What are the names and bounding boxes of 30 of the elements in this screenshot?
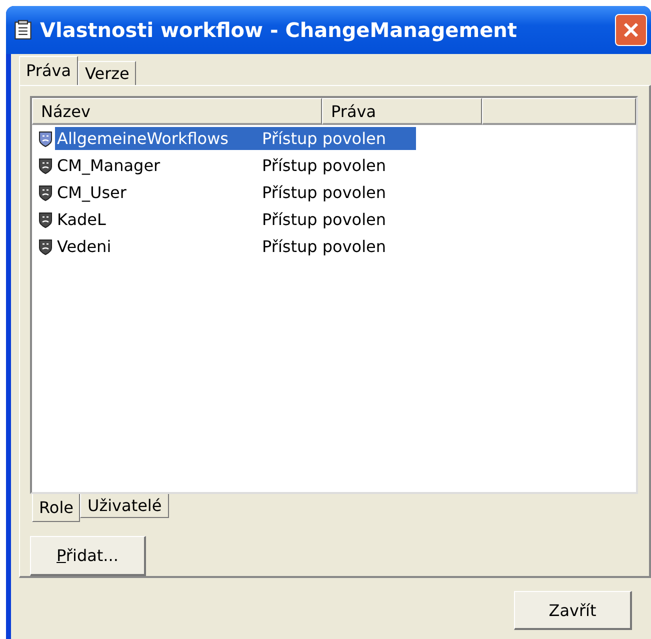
- role-name: Vedeni: [57, 237, 112, 256]
- column-header[interactable]: Práva: [322, 98, 482, 125]
- list-row[interactable]: KadeL Přístup povolen: [55, 208, 416, 231]
- shield-icon: [38, 212, 53, 228]
- list-row[interactable]: CM_User Přístup povolen: [55, 181, 416, 204]
- tab[interactable]: Práva: [19, 56, 78, 86]
- role-name: KadeL: [57, 210, 107, 229]
- shield-icon: [38, 158, 53, 174]
- role-name: CM_Manager: [57, 156, 162, 175]
- tab[interactable]: Uživatelé: [80, 494, 169, 518]
- close-icon[interactable]: [615, 14, 647, 46]
- list-row[interactable]: CM_Manager Přístup povolen: [55, 154, 416, 177]
- shield-icon: [38, 238, 53, 254]
- list-row[interactable]: AllgemeineWorkflows Přístup povolen: [55, 127, 416, 150]
- role-name: CM_User: [57, 183, 128, 202]
- access-status: Přístup povolen: [262, 156, 386, 175]
- access-status: Přístup povolen: [262, 210, 386, 229]
- access-status: Přístup povolen: [262, 183, 386, 202]
- access-status: Přístup povolen: [262, 129, 386, 148]
- access-status: Přístup povolen: [262, 237, 386, 256]
- shield-icon: [38, 184, 53, 200]
- tab[interactable]: Role: [32, 494, 80, 522]
- list-row[interactable]: Vedeni Přístup povolen: [55, 235, 416, 258]
- window-title: Vlastnosti workflow - ChangeManagement: [40, 18, 517, 42]
- notepad-icon: [14, 20, 32, 40]
- role-name: AllgemeineWorkflows: [57, 129, 230, 148]
- close-button[interactable]: Zavřít: [514, 591, 632, 630]
- add-button[interactable]: Přidat...: [30, 536, 146, 576]
- shield-icon: [38, 130, 53, 146]
- tab[interactable]: Verze: [78, 61, 136, 85]
